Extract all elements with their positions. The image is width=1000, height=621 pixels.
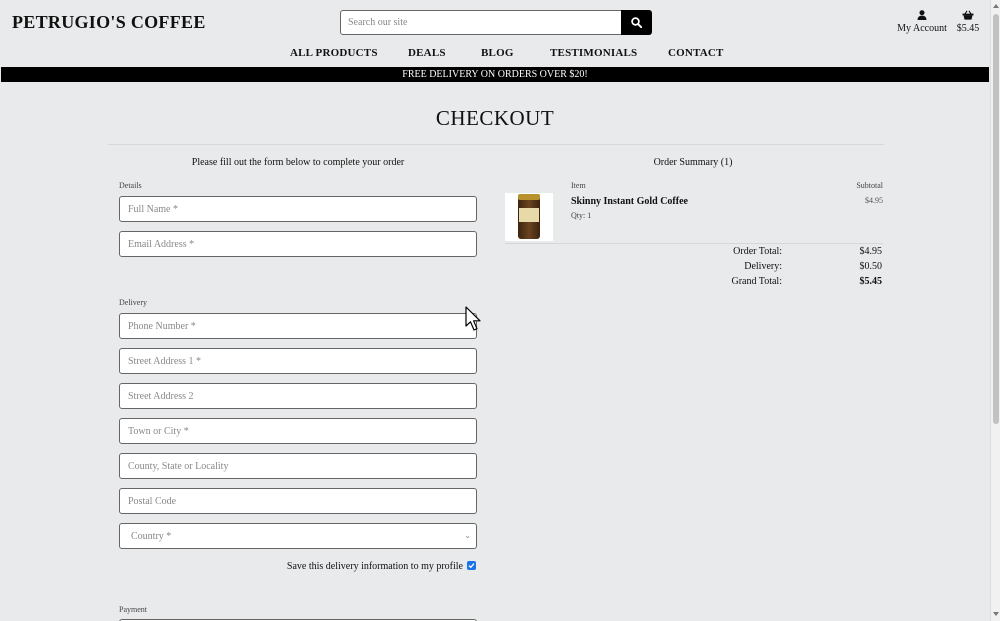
nav-item-testimonials[interactable]: TESTIMONIALS [550,47,637,59]
product-image [505,193,553,241]
order-total-label: Order Total: [733,246,782,257]
save-info-checkbox[interactable] [467,561,476,570]
divider [108,144,884,145]
item-column-header: Item [571,181,586,190]
order-totals: Order Total: $4.95 Delivery: $0.50 Grand… [560,246,883,291]
grand-total-label: Grand Total: [731,276,783,287]
scroll-down-arrow-icon[interactable] [993,612,999,616]
search-icon [631,17,642,28]
nav-item-contact[interactable]: CONTACT [668,47,724,59]
postal-code-field[interactable] [119,488,477,514]
jar-label-shape [519,208,539,222]
subtotal-column-header: Subtotal [856,181,883,190]
user-icon [917,10,927,20]
cart-link[interactable]: $5.45 [952,10,984,34]
jar-lid-shape [518,194,540,200]
search-input[interactable] [340,10,622,35]
nav-item-all-products[interactable]: ALL PRODUCTS [290,47,378,59]
details-section-label: Details [119,181,142,190]
town-city-field[interactable] [119,418,477,444]
scrollbar-thumb[interactable] [993,14,999,424]
country-select[interactable]: Country * ⌄ [119,523,477,549]
search-bar [340,10,652,35]
grand-total-row: Grand Total: $5.45 [560,276,883,291]
chevron-down-icon: ⌄ [464,531,471,540]
full-name-field[interactable] [119,196,477,222]
shopping-basket-icon [962,10,974,20]
my-account-link[interactable]: My Account [893,10,951,34]
my-account-label: My Account [897,23,947,34]
nav-item-deals[interactable]: DEALS [408,47,446,59]
scroll-up-arrow-icon[interactable] [993,4,999,8]
payment-section-label: Payment [119,605,147,614]
grand-total-value: $5.45 [859,276,883,287]
delivery-row: Delivery: $0.50 [560,261,882,276]
cart-total: $5.45 [956,23,980,34]
email-field[interactable] [119,231,477,257]
county-field[interactable] [119,453,477,479]
save-info-label[interactable]: Save this delivery information to my pro… [287,561,463,572]
country-select-value: Country * [131,531,172,542]
mouse-cursor-icon [465,306,481,331]
street-address-2-field[interactable] [119,383,477,409]
product-qty: Qty: 1 [571,211,592,220]
order-total-value: $4.95 [859,246,883,257]
main-nav: ALL PRODUCTS DEALS BLOG TESTIMONIALS CON… [0,47,990,61]
brand-logo[interactable]: PETRUGIO'S COFFEE [12,12,206,33]
divider [505,243,883,244]
delivery-value: $0.50 [859,261,883,272]
order-summary-title: Order Summary (1) [653,157,733,168]
save-info-row: Save this delivery information to my pro… [119,560,477,574]
product-name: Skinny Instant Gold Coffee [571,196,688,207]
search-button[interactable] [621,10,652,35]
check-icon [468,563,475,569]
page-title: CHECKOUT [435,106,555,130]
product-subtotal: $4.95 [865,196,883,205]
form-intro: Please fill out the form below to comple… [191,157,405,168]
site-header: PETRUGIO'S COFFEE My Account $5.45 ALL P… [0,0,990,67]
nav-item-blog[interactable]: BLOG [481,47,514,59]
phone-field[interactable] [119,313,477,339]
delivery-banner: FREE DELIVERY ON ORDERS OVER $20! [1,67,989,82]
order-total-row: Order Total: $4.95 [560,246,882,261]
delivery-section-label: Delivery [119,298,147,307]
street-address-1-field[interactable] [119,348,477,374]
page-scrollbar[interactable] [990,0,1000,621]
delivery-label: Delivery: [744,261,782,272]
